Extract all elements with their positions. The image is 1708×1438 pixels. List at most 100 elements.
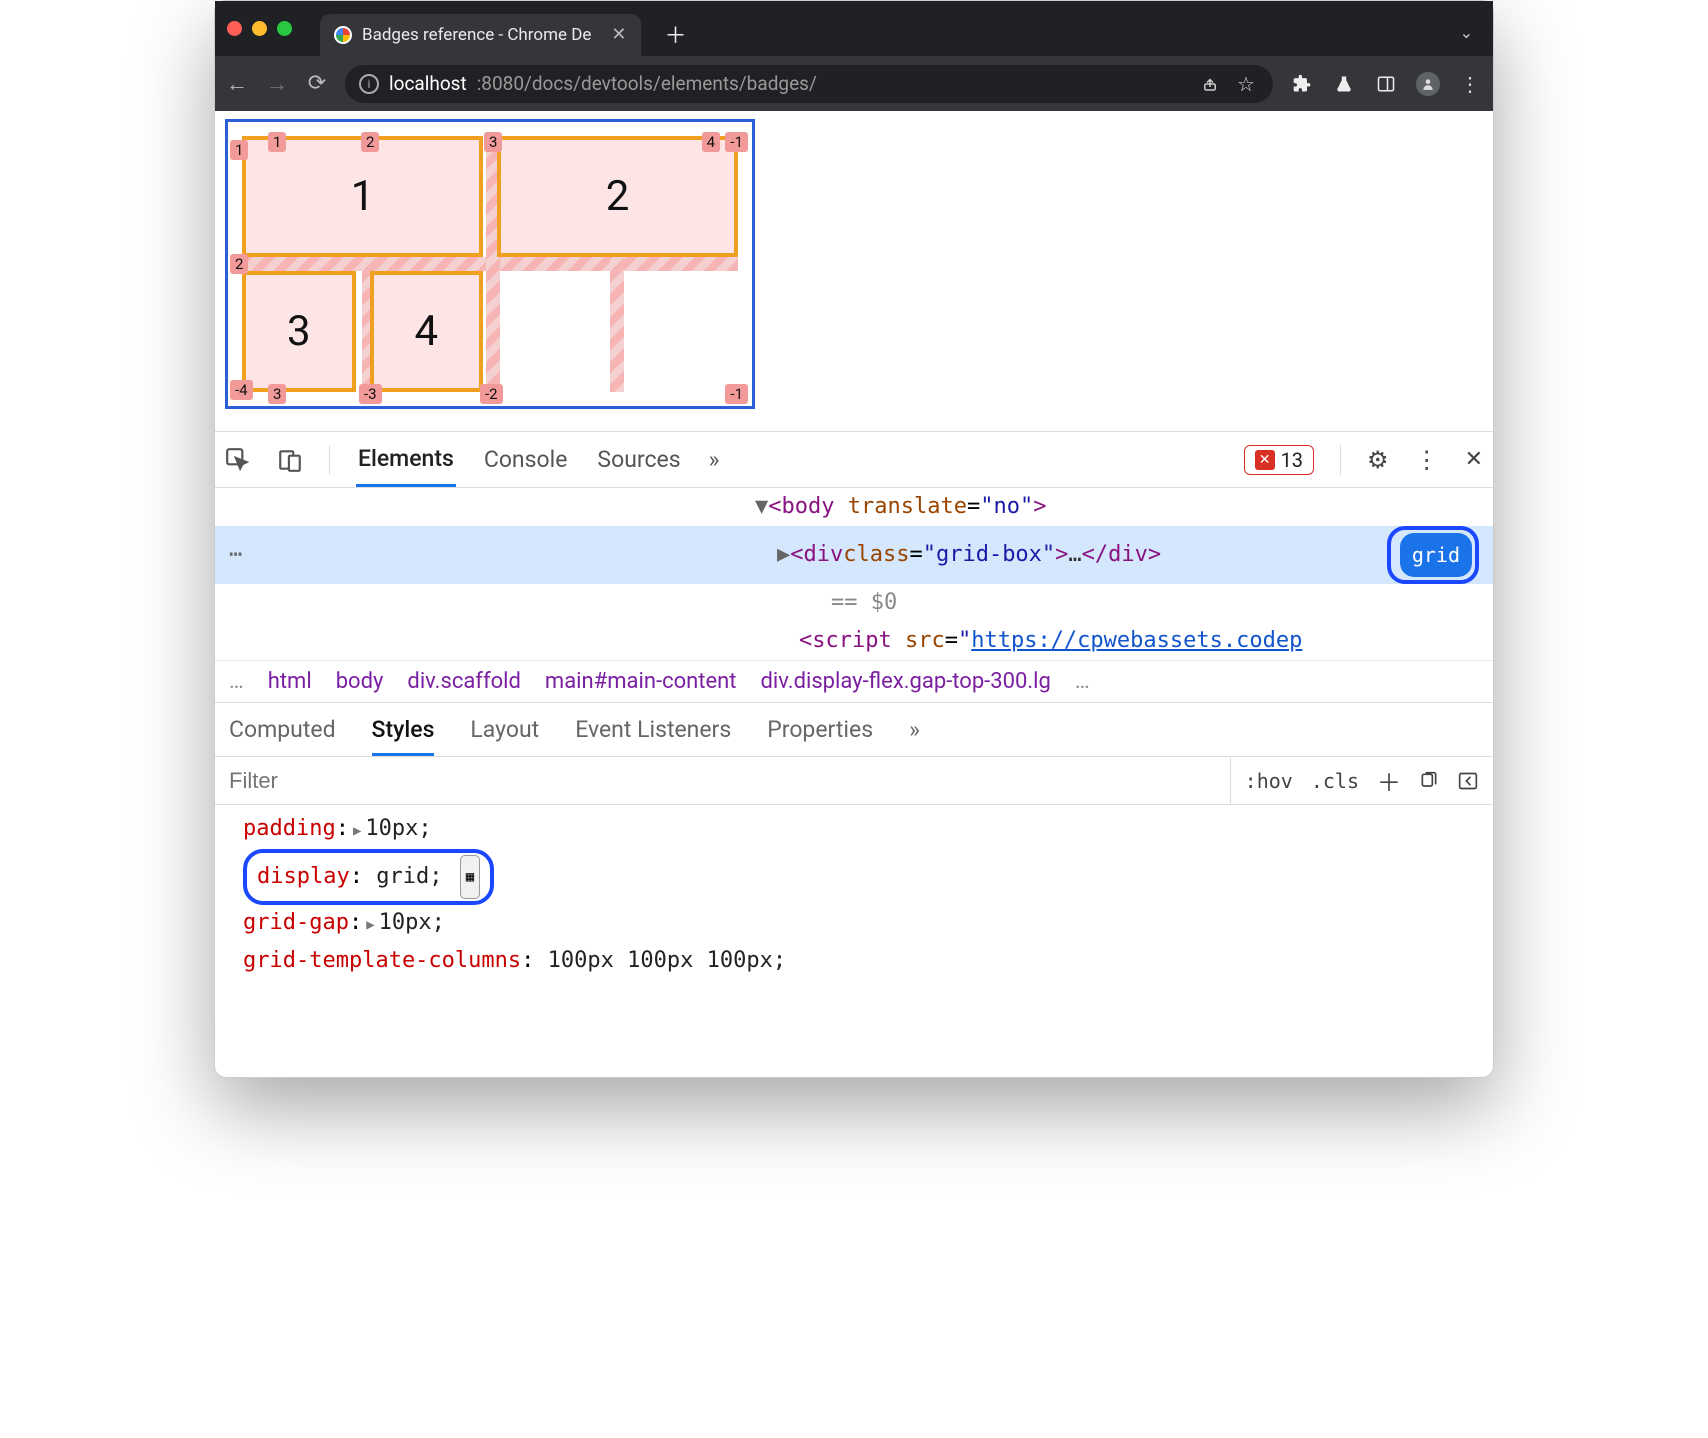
grid-line-label: 4 [702,132,720,152]
breadcrumb-item[interactable]: html [268,669,312,694]
styles-filter-row: :hov .cls ＋ [215,757,1493,805]
window-traffic-lights [227,21,292,36]
window-close-button[interactable] [227,21,242,36]
share-icon[interactable] [1197,75,1223,93]
window-zoom-button[interactable] [277,21,292,36]
grid-line-label: 1 [230,140,248,160]
breadcrumb-item[interactable]: main#main-content [545,669,737,694]
grid-line-label: -1 [725,384,748,404]
breadcrumb-overflow-right[interactable]: … [1075,669,1090,694]
grid-cell: 2 [497,136,738,257]
nav-reload-button[interactable]: ⟳ [305,72,329,96]
subtab-computed[interactable]: Computed [229,716,336,743]
css-declaration[interactable]: grid-template-columns: 100px 100px 100px… [243,943,1481,979]
url-path: :8080/docs/devtools/elements/badges/ [477,72,817,95]
grid-line-label: 2 [361,132,379,152]
subtabs-overflow-icon[interactable]: » [909,716,920,743]
computed-panel-toggle-icon[interactable] [1457,771,1479,791]
grid-cell-label: 3 [287,307,311,356]
chrome-favicon-icon [334,26,352,44]
error-count-badge[interactable]: ✕ 13 [1244,445,1314,475]
css-declaration[interactable]: padding:▶10px; [243,811,1481,849]
url-host: localhost [389,72,467,95]
grid-cell: 4 [370,271,484,392]
copy-styles-icon[interactable] [1419,771,1439,791]
dom-tree[interactable]: ▼<body translate="no"> ⋯ ▶<div class="gr… [215,488,1493,660]
subtab-styles[interactable]: Styles [372,716,435,756]
css-rules-pane[interactable]: padding:▶10px; display: grid; ▦ grid-gap… [215,805,1493,999]
styles-subtabs: Computed Styles Layout Event Listeners P… [215,703,1493,757]
grid-line-label: -3 [359,384,382,404]
subtab-event-listeners[interactable]: Event Listeners [575,716,731,743]
styles-filter-input[interactable] [215,768,1230,794]
css-prop-name: grid-gap [243,910,349,935]
settings-gear-icon[interactable]: ⚙ [1367,446,1389,474]
dom-script-src-link[interactable]: https://cpwebassets.codep [971,628,1302,653]
css-prop-name: grid-template-columns [243,948,521,973]
new-tab-button[interactable]: ＋ [665,18,687,50]
devtools-toolbar: Elements Console Sources » ✕ 13 ⚙ ⋮ ✕ [215,432,1493,488]
grid-badge[interactable]: grid [1400,533,1472,577]
css-prop-value: 100px 100px 100px; [548,948,786,973]
css-declaration[interactable]: grid-gap:▶10px; [243,905,1481,943]
css-prop-value: 10px; [379,910,445,935]
tab-close-icon[interactable]: ✕ [611,24,626,45]
css-prop-name: padding [243,816,336,841]
grid-editor-icon[interactable]: ▦ [460,855,480,899]
grid-line-label: 3 [268,384,286,404]
subtab-layout[interactable]: Layout [470,716,539,743]
dom-node-body[interactable]: ▼<body translate="no"> [215,488,1493,526]
breadcrumb-overflow-left[interactable]: … [229,669,244,694]
css-prop-name: display [257,864,350,889]
dom-eq0-marker: == $0 [215,584,1493,622]
tabs-menu-icon[interactable]: ⌄ [1460,23,1473,42]
bookmark-star-icon[interactable]: ☆ [1233,72,1259,96]
tab-elements[interactable]: Elements [356,433,456,487]
profile-avatar-icon[interactable] [1415,72,1441,96]
window-minimize-button[interactable] [252,21,267,36]
chrome-menu-icon[interactable]: ⋮ [1457,72,1483,96]
dom-node-script[interactable]: <script src="https://cpwebassets.codep [215,622,1493,660]
inspect-element-icon[interactable] [225,447,251,473]
labs-icon[interactable] [1331,74,1357,94]
grid-cell-label: 1 [351,172,375,221]
breadcrumb-item[interactable]: div.scaffold [407,669,521,694]
nav-back-button[interactable]: ← [225,72,249,96]
dom-breadcrumb[interactable]: … html body div.scaffold main#main-conte… [215,660,1493,703]
grid-cell: 1 [242,136,483,257]
grid-cell-label: 2 [606,172,630,221]
breadcrumb-item[interactable]: div.display-flex.gap-top-300.lg [761,669,1051,694]
subtab-properties[interactable]: Properties [767,716,873,743]
side-panel-icon[interactable] [1373,75,1399,93]
grid-cell: 3 [242,271,356,392]
devtools-close-icon[interactable]: ✕ [1465,447,1483,472]
site-info-icon[interactable]: i [359,74,379,94]
tabs-overflow-icon[interactable]: » [709,446,720,473]
display-grid-highlight: display: grid; ▦ [243,849,494,905]
browser-toolbar: ← → ⟳ i localhost :8080/docs/devtools/ele… [215,56,1493,111]
grid-cell-label: 4 [414,307,438,356]
css-prop-value: 10px; [365,816,431,841]
device-toolbar-icon[interactable] [277,447,303,473]
grid-line-label: -2 [480,384,503,404]
extensions-icon[interactable] [1289,74,1315,94]
omnibox[interactable]: i localhost :8080/docs/devtools/elements/… [345,65,1273,103]
tab-sources[interactable]: Sources [595,434,682,485]
tab-title: Badges reference - Chrome De [362,25,591,45]
tab-console[interactable]: Console [482,434,570,485]
grid-badge-highlight: grid [1387,526,1479,584]
breadcrumb-item[interactable]: body [336,669,384,694]
devtools-menu-icon[interactable]: ⋮ [1415,446,1439,474]
dom-node-selected[interactable]: ⋯ ▶<div class="grid-box">…</div> grid [215,526,1493,584]
browser-tab[interactable]: Badges reference - Chrome De ✕ [320,14,641,56]
grid-line-label: 1 [268,132,286,152]
grid-line-label: 2 [230,254,248,274]
nav-forward-button[interactable]: → [265,72,289,96]
cls-toggle[interactable]: .cls [1311,769,1359,793]
hov-toggle[interactable]: :hov [1245,769,1293,793]
grid-line-label: 3 [484,132,502,152]
grid-line-label: -1 [725,132,748,152]
css-declaration-highlighted[interactable]: display: grid; ▦ [243,849,1481,905]
new-style-rule-icon[interactable]: ＋ [1377,763,1401,798]
dom-row-actions-icon[interactable]: ⋯ [229,536,244,574]
